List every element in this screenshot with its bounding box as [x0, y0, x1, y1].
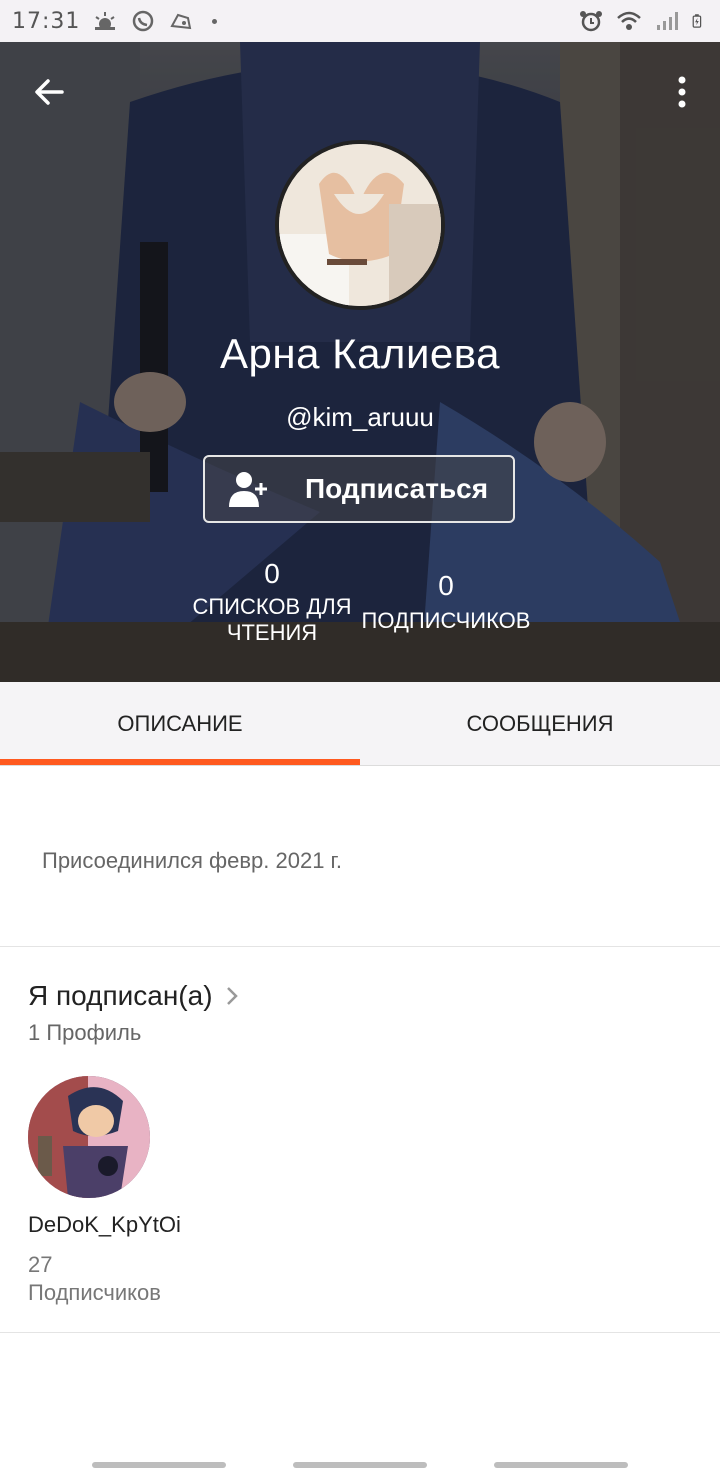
profile-tabs: ОПИСАНИЕ СООБЩЕНИЯ: [0, 682, 720, 766]
reading-lists-label-line2: ЧТЕНИЯ: [226, 620, 318, 645]
followers-label: ПОДПИСЧИКОВ: [361, 608, 531, 633]
followers-count: 0: [438, 570, 454, 601]
chevron-right-icon: [226, 987, 238, 1005]
followed-profile-followers-label: Подписчиков: [28, 1280, 161, 1305]
followed-profile-card[interactable]: DeDoK_KpYtOi 27 Подписчиков: [28, 1076, 228, 1306]
followers-stat[interactable]: 0 ПОДПИСЧИКОВ: [356, 570, 536, 634]
status-bar: 17:31: [0, 0, 720, 42]
followed-profile-followers-count: 27: [28, 1252, 53, 1277]
following-title-label: Я подписан(а): [28, 980, 213, 1011]
following-section-title[interactable]: Я подписан(а): [28, 980, 239, 1012]
status-right: [578, 10, 708, 32]
status-time: 17:31: [12, 8, 81, 34]
nav-home-button[interactable]: [293, 1462, 427, 1468]
profile-name: Арна Калиева: [220, 330, 500, 377]
arrow-left-icon[interactable]: [30, 72, 70, 112]
reading-lists-count: 0: [264, 558, 280, 589]
following-count: 1 Профиль: [28, 1020, 142, 1045]
system-nav-bar: [0, 1452, 720, 1480]
tab-messages-label: СООБЩЕНИЯ: [466, 710, 614, 736]
follow-button[interactable]: Подписаться: [203, 455, 515, 523]
joined-date: Присоединился февр. 2021 г.: [42, 848, 342, 873]
status-left: 17:31: [12, 8, 218, 34]
add-user-icon: [229, 472, 267, 507]
follow-button-label: Подписаться: [305, 473, 489, 504]
nav-recent-button[interactable]: [92, 1462, 226, 1468]
more-vertical-icon[interactable]: [670, 72, 694, 112]
divider: [0, 946, 720, 947]
followed-profile-name: DeDoK_KpYtOi: [28, 1212, 181, 1237]
avatar[interactable]: [275, 140, 445, 310]
dot-icon: [212, 18, 218, 24]
avatar-image: [279, 144, 441, 306]
nav-back-button[interactable]: [494, 1462, 628, 1468]
gamepad-icon: [170, 13, 192, 30]
tab-description[interactable]: ОПИСАНИЕ: [0, 682, 360, 765]
weather-icon: [95, 12, 116, 30]
tab-messages[interactable]: СООБЩЕНИЯ: [360, 682, 720, 765]
divider: [0, 1332, 720, 1333]
reading-lists-stat[interactable]: 0 СПИСКОВ ДЛЯ ЧТЕНИЯ: [186, 558, 358, 646]
battery-icon: [692, 14, 702, 28]
signal-icon: [657, 12, 678, 30]
followed-profile-avatar[interactable]: [28, 1076, 150, 1198]
profile-handle: @kim_aruuu: [286, 402, 434, 432]
followed-avatar-image: [28, 1076, 150, 1198]
tab-description-label: ОПИСАНИЕ: [117, 710, 243, 736]
reading-lists-label-line1: СПИСКОВ ДЛЯ: [192, 594, 352, 619]
wifi-icon: [617, 11, 641, 30]
profile-header: Арна Калиева @kim_aruuu Подписаться 0 СП…: [0, 42, 720, 682]
alarm-icon: [580, 11, 602, 32]
whatsapp-icon: [133, 10, 154, 32]
